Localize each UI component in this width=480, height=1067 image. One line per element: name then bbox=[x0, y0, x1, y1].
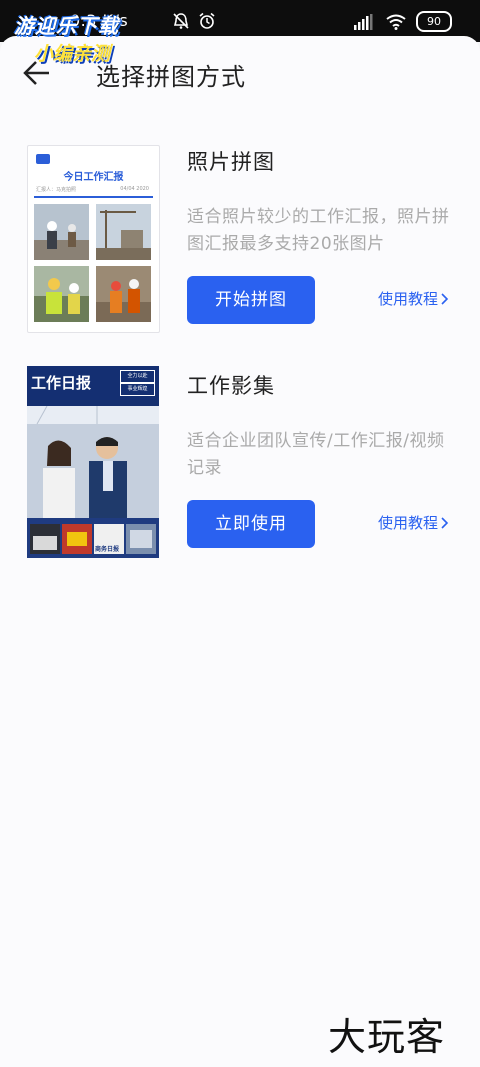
card-title: 照片拼图 bbox=[187, 150, 275, 174]
album-tag-2: 事业辉煌 bbox=[120, 383, 155, 396]
worker-photo-3 bbox=[34, 266, 89, 322]
album-tag-1: 全力以赴 bbox=[120, 370, 155, 383]
chevron-right-icon bbox=[441, 292, 449, 305]
worker-photo-1 bbox=[34, 204, 89, 260]
album-mini-2 bbox=[62, 524, 92, 554]
tutorial-link[interactable]: 使用教程 bbox=[378, 288, 449, 309]
watermark: 游迎乐下载 小编亲测 bbox=[14, 10, 119, 66]
album-mini-3-label: 商务日报 bbox=[95, 546, 120, 553]
collage-preview-image[interactable]: 今日工作汇报 汇报人：马克拍照 04/04 2020 bbox=[27, 145, 160, 333]
card-title: 工作影集 bbox=[187, 374, 275, 398]
album-preview-header: 工作日报 全力以赴 事业辉煌 bbox=[27, 366, 159, 400]
tutorial-link-label: 使用教程 bbox=[378, 290, 439, 308]
preview-reporter: 汇报人：马克拍照 bbox=[36, 187, 77, 193]
card-description: 适合照片较少的工作汇报，照片拼图汇报最多支持20张图片 bbox=[187, 207, 450, 254]
tutorial-link-label: 使用教程 bbox=[378, 514, 439, 532]
signal-icon bbox=[354, 13, 373, 30]
preview-date: 04/04 2020 bbox=[120, 186, 149, 192]
bell-muted-icon bbox=[173, 13, 189, 29]
chevron-right-icon bbox=[441, 516, 449, 529]
card-description: 适合企业团队宣传/工作汇报/视频记录 bbox=[187, 431, 445, 478]
album-mini-4 bbox=[126, 524, 156, 554]
tutorial-link[interactable]: 使用教程 bbox=[378, 512, 449, 533]
album-mini-3: 商务日报 bbox=[94, 524, 124, 554]
album-mini-1 bbox=[30, 524, 60, 554]
worker-photo-4 bbox=[96, 266, 151, 322]
album-preview-heading: 工作日报 bbox=[31, 374, 92, 392]
use-now-button[interactable]: 立即使用 bbox=[187, 500, 315, 548]
wifi-icon bbox=[386, 14, 406, 30]
office-people-photo bbox=[27, 406, 159, 518]
album-thumbnail-strip: 商务日报 bbox=[27, 518, 159, 558]
watermark-bottom: 大玩客 bbox=[328, 1015, 446, 1059]
worker-photo-2 bbox=[96, 204, 151, 260]
battery-indicator: 90 bbox=[416, 11, 452, 32]
preview-heading: 今日工作汇报 bbox=[63, 172, 124, 183]
alarm-icon bbox=[199, 12, 215, 29]
preview-divider bbox=[34, 196, 153, 198]
watermark-line1: 游迎乐下载 bbox=[14, 14, 119, 38]
start-collage-button[interactable]: 开始拼图 bbox=[187, 276, 315, 324]
album-preview-image[interactable]: 工作日报 全力以赴 事业辉煌 商务日报 bbox=[27, 366, 159, 558]
app-logo-icon bbox=[36, 154, 50, 164]
watermark-line2: 小编亲测 bbox=[34, 43, 111, 65]
